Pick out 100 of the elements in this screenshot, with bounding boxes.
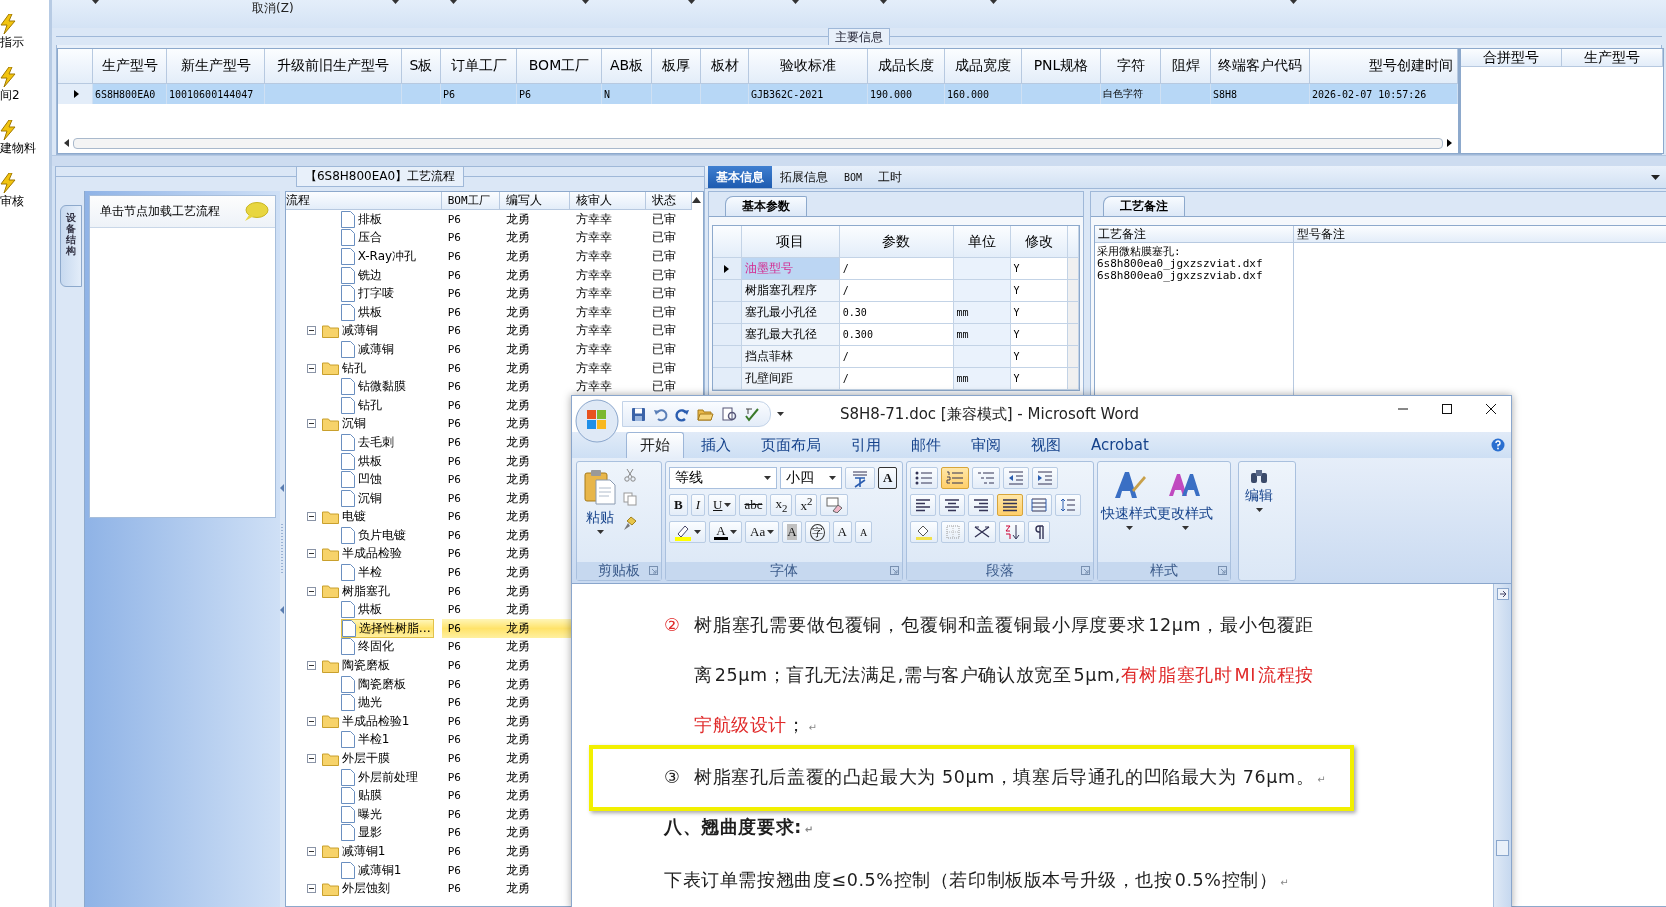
font-size-field[interactable]: 小四 — [780, 467, 842, 489]
tree-node[interactable]: 压合 — [340, 229, 384, 247]
caret-icon[interactable] — [777, 412, 784, 416]
column-header[interactable]: 阻焊 — [1161, 49, 1211, 84]
tree-node[interactable]: 树脂塞孔 — [321, 582, 392, 600]
close-icon[interactable] — [1485, 403, 1497, 415]
column-header[interactable]: 型号备注 — [1294, 226, 1666, 243]
column-header[interactable]: 合拼型号 — [1461, 49, 1562, 67]
collapse-icon[interactable] — [306, 326, 316, 336]
collapse-icon[interactable] — [306, 586, 316, 596]
ribbon-tab[interactable]: 页面布局 — [748, 432, 834, 458]
panel-tab[interactable]: 工艺备注 — [1103, 196, 1185, 216]
tree-node[interactable]: 排板 — [340, 210, 384, 228]
format-button[interactable]: A — [854, 521, 873, 543]
collapse-icon[interactable] — [306, 847, 316, 856]
tree-node[interactable]: 终固化 — [340, 638, 396, 656]
numbering-button[interactable] — [941, 467, 969, 489]
bolt-icon[interactable] — [0, 67, 16, 87]
character-border-button[interactable]: A — [878, 467, 898, 489]
column-header[interactable]: 修改 — [1010, 226, 1068, 258]
tree-node[interactable]: 外层蚀刻 — [321, 880, 392, 898]
horizontal-scrollbar[interactable] — [64, 137, 1452, 149]
increase-indent-button[interactable] — [1032, 467, 1058, 489]
format-button[interactable]: Aa — [745, 521, 780, 543]
dropdown-icon[interactable] — [1651, 175, 1660, 180]
shading-button[interactable] — [910, 521, 938, 543]
tree-node[interactable]: 钻微黏膜 — [340, 378, 408, 396]
table-cell[interactable]: 塞孔最小孔径 — [741, 302, 840, 324]
splitter-handle[interactable] — [280, 484, 285, 614]
format-button[interactable]: abc — [739, 494, 768, 516]
column-header[interactable]: BOM工厂 — [517, 49, 602, 84]
column-header[interactable]: 状态 — [645, 192, 692, 210]
format-button[interactable]: A — [709, 521, 742, 543]
tree-node[interactable]: 去毛刺 — [340, 433, 396, 451]
scroll-thumb[interactable] — [1496, 840, 1509, 856]
tree-node[interactable]: 减薄铜1 — [321, 843, 388, 860]
paste-button[interactable]: 粘贴 — [580, 466, 620, 558]
highlight-button[interactable] — [669, 521, 706, 543]
ribbon-tab[interactable]: Acrobat — [1078, 432, 1162, 458]
side-tab[interactable]: 设备结构 — [60, 205, 82, 287]
column-header[interactable]: 生产型号 — [93, 49, 167, 84]
tree-node[interactable]: 凹蚀 — [340, 471, 384, 489]
tree-node[interactable]: 减薄铜1 — [340, 861, 404, 879]
column-header[interactable]: 验收标准 — [749, 49, 868, 84]
multilevel-list-button[interactable] — [972, 467, 1000, 489]
collapse-icon[interactable] — [306, 549, 316, 559]
quick-styles-button[interactable]: 快速样式 — [1101, 466, 1157, 558]
tree-node[interactable]: 烘板 — [340, 452, 384, 470]
format-button[interactable]: I — [690, 494, 705, 516]
line-spacing-button[interactable] — [1055, 494, 1081, 516]
scroll-right-icon[interactable] — [1447, 139, 1452, 147]
format-button[interactable]: B — [669, 494, 688, 516]
column-header[interactable]: 型号创建时间 — [1310, 49, 1458, 84]
tree-node[interactable]: 外层前处理 — [340, 768, 420, 786]
nav-label[interactable]: 审核 — [0, 193, 24, 210]
bolt-icon[interactable] — [0, 120, 16, 140]
bolt-icon[interactable] — [0, 173, 16, 193]
vertical-scrollbar[interactable] — [1493, 584, 1511, 907]
format-painter-icon[interactable] — [623, 516, 637, 531]
column-header[interactable]: BOM工厂 — [441, 192, 500, 210]
caret-icon[interactable] — [392, 0, 399, 4]
bolt-icon[interactable] — [0, 14, 16, 34]
phonetic-guide-button[interactable] — [845, 467, 875, 489]
cut-icon[interactable] — [623, 468, 637, 482]
ribbon-tab[interactable]: 插入 — [688, 432, 744, 458]
table-row[interactable]: 6S8H800EA0 10010600144047 P6 P6 N GJB362C-2021 190.000 160.000 白色字符 S8H8 2026-02-07 10:57:26 — [58, 84, 1458, 104]
align-left-button[interactable] — [910, 494, 936, 516]
ribbon-tab[interactable]: 开始 — [626, 432, 684, 458]
redo-icon[interactable] — [675, 406, 690, 422]
column-header[interactable]: 新生产型号 — [167, 49, 265, 84]
tree-node[interactable]: 半成品检验1 — [321, 712, 412, 730]
caret-icon[interactable] — [1290, 0, 1297, 4]
split-icon[interactable] — [1496, 588, 1509, 600]
tree-node[interactable]: 抛光 — [340, 694, 384, 712]
panel-tab[interactable]: 基本参数 — [725, 196, 807, 216]
tree-node[interactable]: 减薄铜 — [321, 322, 380, 340]
tree-node[interactable]: 陶瓷磨板 — [340, 675, 408, 693]
format-button[interactable]: A — [782, 521, 802, 543]
column-header[interactable]: 订单工厂 — [441, 49, 517, 84]
tree-node[interactable]: 沉铜 — [340, 489, 384, 507]
column-header[interactable]: S板 — [402, 49, 441, 84]
folder-icon[interactable] — [697, 406, 714, 422]
help-icon[interactable] — [1491, 438, 1505, 452]
collapse-icon[interactable] — [306, 754, 316, 763]
column-header[interactable]: 升级前旧生产型号 — [265, 49, 402, 84]
spelling-icon[interactable] — [744, 406, 760, 422]
tree-node[interactable]: 铣边 — [340, 266, 384, 284]
tree-node[interactable]: 半检 — [340, 564, 384, 582]
print-preview-icon[interactable] — [721, 406, 737, 422]
caret-icon[interactable] — [880, 0, 887, 4]
column-header[interactable]: 生产型号 — [1562, 49, 1663, 67]
column-header[interactable]: 成品宽度 — [945, 49, 1022, 84]
ribbon-tab[interactable]: 视图 — [1018, 432, 1074, 458]
edit-button[interactable]: 编辑 — [1242, 466, 1276, 576]
column-header[interactable]: PNL规格 — [1022, 49, 1101, 84]
nav-label[interactable]: 建物料 — [0, 140, 36, 157]
table-cell[interactable]: 塞孔最大孔径 — [741, 324, 840, 346]
table-cell[interactable]: 树脂塞孔程序 — [741, 280, 840, 302]
tree-node[interactable]: 半成品检验 — [321, 545, 404, 563]
caret-icon[interactable] — [450, 0, 457, 4]
